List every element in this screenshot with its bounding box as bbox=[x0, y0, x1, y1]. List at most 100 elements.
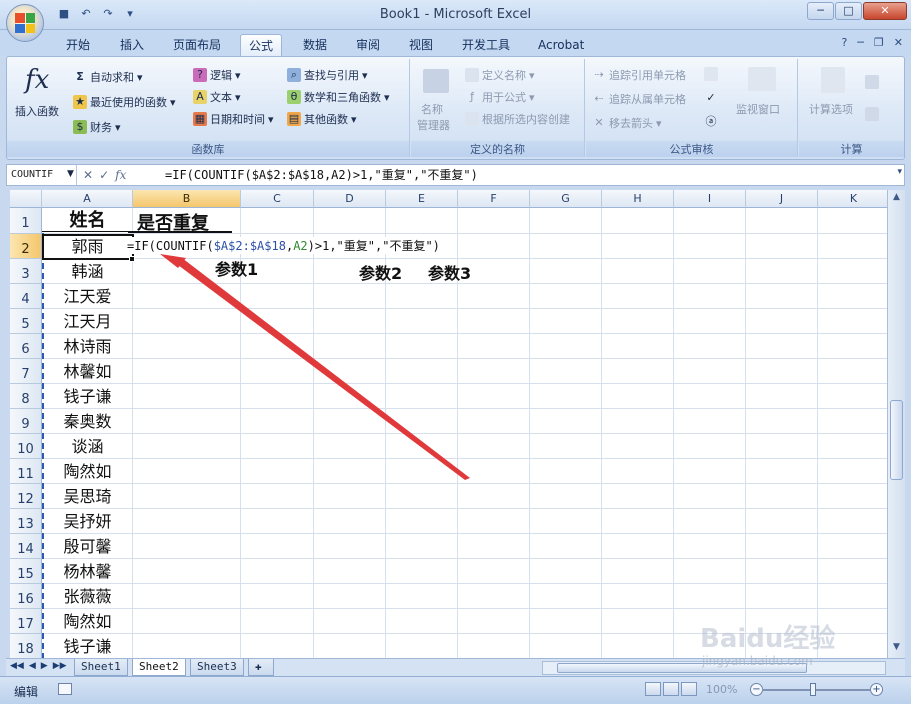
date-time-button[interactable]: ▦ 日期和时间 ▾ bbox=[193, 111, 274, 127]
row-header-2[interactable]: 2 bbox=[10, 234, 42, 259]
enter-icon[interactable]: ✓ bbox=[99, 166, 109, 184]
zoom-in-icon[interactable]: + bbox=[870, 683, 883, 696]
tab-developer[interactable]: 开发工具 bbox=[454, 34, 518, 56]
row-header-1[interactable]: 1 bbox=[10, 208, 42, 234]
tab-review[interactable]: 审阅 bbox=[348, 34, 388, 56]
math-trig-button[interactable]: θ 数学和三角函数 ▾ bbox=[287, 89, 390, 105]
row-header-12[interactable]: 12 bbox=[10, 484, 42, 509]
zoom-knob[interactable] bbox=[810, 683, 816, 696]
column-header-f[interactable]: F bbox=[458, 190, 530, 208]
row-header-8[interactable]: 8 bbox=[10, 384, 42, 409]
first-sheet-icon[interactable]: ◀◀ bbox=[10, 661, 24, 671]
ribbon-restore-icon[interactable]: ❐ bbox=[874, 36, 884, 49]
column-header-d[interactable]: D bbox=[314, 190, 386, 208]
cell-b2-editing[interactable]: =IF(COUNTIF($A$2:$A$18,A2)>1,"重复","不重复") bbox=[126, 237, 441, 254]
worksheet-grid[interactable]: ABCDEFGHIJK 1 2 3 4 5 6 7 8 9 10 11 12 13 14 15 16 17 18 … bbox=[10, 190, 887, 658]
help-icon[interactable]: ? bbox=[841, 36, 847, 49]
define-name-button[interactable]: 定义名称 ▾ bbox=[465, 67, 535, 83]
fill-handle[interactable] bbox=[129, 256, 135, 262]
name-manager-button-line1[interactable]: 名称 bbox=[421, 101, 443, 117]
row-header-17[interactable]: 17 bbox=[10, 609, 42, 634]
vertical-scrollbar[interactable]: ▲ ▼ bbox=[887, 190, 905, 658]
autosum-button[interactable]: Σ 自动求和 ▾ bbox=[73, 69, 142, 85]
column-header-h[interactable]: H bbox=[602, 190, 674, 208]
row-header-6[interactable]: 6 bbox=[10, 334, 42, 359]
error-checking-icon[interactable]: ✓ bbox=[704, 91, 718, 105]
cancel-icon[interactable]: ✕ bbox=[83, 166, 93, 184]
column-header-i[interactable]: I bbox=[674, 190, 746, 208]
vertical-scroll-thumb[interactable] bbox=[890, 400, 903, 480]
zoom-slider[interactable]: − + bbox=[750, 683, 884, 697]
next-sheet-icon[interactable]: ▶ bbox=[41, 661, 48, 671]
column-header-a[interactable]: A bbox=[42, 190, 133, 208]
trace-precedents-button[interactable]: ⇢ 追踪引用单元格 bbox=[592, 67, 686, 83]
row-header-4[interactable]: 4 bbox=[10, 284, 42, 309]
trace-dependents-button[interactable]: ⇠ 追踪从属单元格 bbox=[592, 91, 686, 107]
column-header-k[interactable]: K bbox=[818, 190, 887, 208]
logical-button[interactable]: ? 逻辑 ▾ bbox=[193, 67, 241, 83]
column-header-e[interactable]: E bbox=[386, 190, 458, 208]
column-header-b[interactable]: B bbox=[133, 190, 241, 208]
insert-sheet-icon[interactable]: ✚ bbox=[248, 659, 274, 676]
tab-view[interactable]: 视图 bbox=[401, 34, 441, 56]
column-header-c[interactable]: C bbox=[241, 190, 314, 208]
macro-record-icon[interactable] bbox=[58, 683, 72, 695]
minimize-button[interactable]: ─ bbox=[807, 2, 834, 20]
sheet-tab-sheet2[interactable]: Sheet2 bbox=[132, 659, 186, 676]
page-break-view-icon[interactable] bbox=[681, 682, 697, 696]
row-header-10[interactable]: 10 bbox=[10, 434, 42, 459]
row-header-15[interactable]: 15 bbox=[10, 559, 42, 584]
row-header-11[interactable]: 11 bbox=[10, 459, 42, 484]
insert-function-icon[interactable]: fx bbox=[25, 65, 49, 95]
remove-arrows-button[interactable]: ✕ 移去箭头 ▾ bbox=[592, 115, 661, 131]
close-button[interactable]: ✕ bbox=[863, 2, 907, 20]
tab-page-layout[interactable]: 页面布局 bbox=[165, 34, 229, 56]
office-button[interactable] bbox=[6, 4, 44, 42]
tab-insert[interactable]: 插入 bbox=[112, 34, 152, 56]
name-box-dropdown-icon[interactable]: ▼ bbox=[67, 169, 74, 179]
sheet-tab-sheet1[interactable]: Sheet1 bbox=[74, 659, 128, 676]
show-formulas-icon[interactable] bbox=[704, 67, 718, 81]
watch-window-button[interactable]: 监视窗口 bbox=[736, 101, 780, 117]
cell-a1[interactable]: 姓名 bbox=[42, 209, 133, 233]
row-header-18[interactable]: 18 bbox=[10, 634, 42, 658]
financial-button[interactable]: $ 财务 ▾ bbox=[73, 119, 121, 135]
use-in-formula-button[interactable]: ƒ 用于公式 ▾ bbox=[465, 89, 534, 105]
column-header-g[interactable]: G bbox=[530, 190, 602, 208]
calc-sheet-icon[interactable] bbox=[865, 107, 879, 121]
prev-sheet-icon[interactable]: ◀ bbox=[29, 661, 36, 671]
name-manager-button-line2[interactable]: 管理器 bbox=[417, 117, 450, 133]
zoom-level[interactable]: 100% bbox=[706, 683, 737, 696]
insert-function-small-icon[interactable]: fx bbox=[115, 166, 126, 184]
column-header-j[interactable]: J bbox=[746, 190, 818, 208]
normal-view-icon[interactable] bbox=[645, 682, 661, 696]
row-header-5[interactable]: 5 bbox=[10, 309, 42, 334]
scroll-down-icon[interactable]: ▼ bbox=[890, 642, 903, 656]
text-button[interactable]: A 文本 ▾ bbox=[193, 89, 241, 105]
ribbon-minimize-icon[interactable]: ─ bbox=[857, 36, 864, 49]
tab-formulas[interactable]: 公式 bbox=[240, 34, 283, 56]
row-header-7[interactable]: 7 bbox=[10, 359, 42, 384]
row-header-13[interactable]: 13 bbox=[10, 509, 42, 534]
page-layout-view-icon[interactable] bbox=[663, 682, 679, 696]
create-from-selection-button[interactable]: 根据所选内容创建 bbox=[465, 111, 570, 127]
scroll-up-icon[interactable]: ▲ bbox=[890, 192, 903, 206]
last-sheet-icon[interactable]: ▶▶ bbox=[53, 661, 67, 671]
evaluate-formula-icon[interactable]: ⓐ bbox=[704, 115, 718, 129]
expand-formula-bar-icon[interactable]: ▾ bbox=[897, 167, 902, 177]
sheet-tab-sheet3[interactable]: Sheet3 bbox=[190, 659, 244, 676]
calc-now-icon[interactable] bbox=[865, 75, 879, 89]
select-all-corner[interactable] bbox=[10, 190, 42, 208]
row-header-14[interactable]: 14 bbox=[10, 534, 42, 559]
more-functions-button[interactable]: ▤ 其他函数 ▾ bbox=[287, 111, 357, 127]
row-header-9[interactable]: 9 bbox=[10, 409, 42, 434]
row-header-16[interactable]: 16 bbox=[10, 584, 42, 609]
lookup-reference-button[interactable]: ⌕ 查找与引用 ▾ bbox=[287, 67, 368, 83]
row-header-3[interactable]: 3 bbox=[10, 259, 42, 284]
ribbon-close-icon[interactable]: ✕ bbox=[894, 36, 903, 49]
maximize-button[interactable]: □ bbox=[835, 2, 862, 20]
recently-used-button[interactable]: ★ 最近使用的函数 ▾ bbox=[73, 94, 176, 110]
calc-options-button[interactable]: 计算选项 bbox=[809, 101, 853, 117]
tab-home[interactable]: 开始 bbox=[58, 34, 98, 56]
tab-acrobat[interactable]: Acrobat bbox=[530, 34, 592, 56]
